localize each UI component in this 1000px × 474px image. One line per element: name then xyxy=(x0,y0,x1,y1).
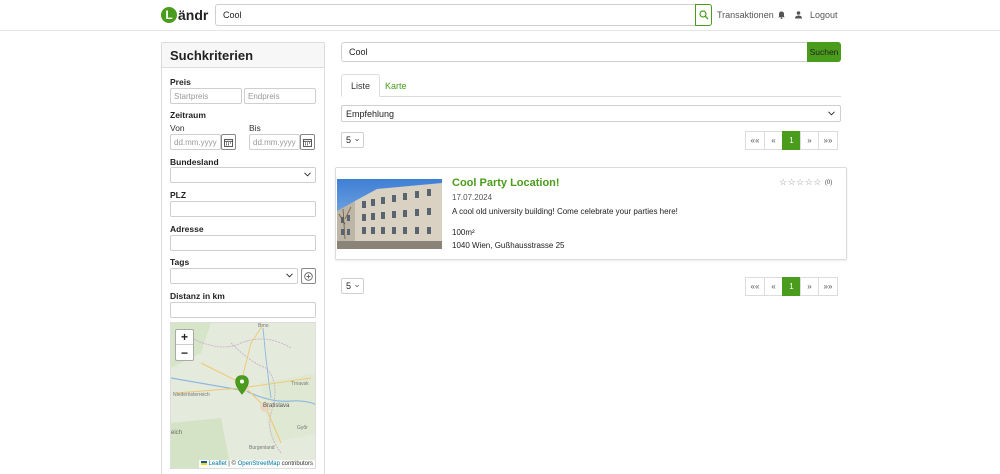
tab-list[interactable]: Liste xyxy=(341,74,381,97)
search-icon xyxy=(698,10,708,20)
sort-value: Empfehlung xyxy=(346,108,395,119)
listing-card[interactable]: Cool Party Location! 17.07.2024 A cool o… xyxy=(335,167,847,260)
listing-date: 17.07.2024 xyxy=(452,193,493,202)
zip-label: PLZ xyxy=(170,190,187,200)
end-price-input[interactable]: Endpreis xyxy=(244,88,316,104)
star-empty-icon: ☆ xyxy=(779,177,788,187)
add-tag-button[interactable] xyxy=(301,268,316,284)
nav-transactions[interactable]: Transaktionen xyxy=(717,10,774,20)
page-last-button[interactable]: »» xyxy=(818,277,838,296)
star-empty-icon: ☆ xyxy=(804,177,813,187)
plus-circle-icon xyxy=(304,271,313,281)
star-empty-icon: ☆ xyxy=(787,177,796,187)
chevron-down-icon xyxy=(286,273,293,278)
page-current-button[interactable]: 1 xyxy=(782,277,801,296)
listing-description: A cool old university building! Come cel… xyxy=(452,207,678,216)
distance-input[interactable] xyxy=(170,302,316,318)
chevron-down-icon xyxy=(828,111,835,116)
map-label-burgenland: Burgenland xyxy=(249,445,275,451)
tags-select[interactable] xyxy=(170,268,298,284)
per-page-value: 5 xyxy=(346,281,352,291)
pagination-top: «« « 1 » »» xyxy=(745,131,838,150)
attribution-separator: | © xyxy=(228,461,236,467)
header-search-input[interactable]: Cool xyxy=(215,4,696,26)
per-page-select-bottom[interactable]: 5 xyxy=(341,278,364,294)
star-empty-icon: ☆ xyxy=(796,177,805,187)
search-button[interactable]: Suchen xyxy=(807,42,841,62)
nav-logout[interactable]: Logout xyxy=(810,10,838,20)
star-empty-icon: ☆ xyxy=(813,177,822,187)
chevron-down-icon xyxy=(355,284,359,288)
period-label: Zeitraum xyxy=(170,110,206,120)
page-next-button[interactable]: » xyxy=(800,131,819,150)
chevron-down-icon xyxy=(304,172,311,177)
chevron-down-icon xyxy=(355,138,359,142)
map-label-eich: eich xyxy=(171,430,183,436)
main-search-input[interactable]: Cool xyxy=(341,42,808,62)
page-last-button[interactable]: »» xyxy=(818,131,838,150)
rating-stars: ☆ ☆ ☆ ☆ ☆ (0) xyxy=(779,178,832,187)
listing-size: 100m² xyxy=(452,228,475,237)
state-label: Bundesland xyxy=(170,157,219,167)
listing-title[interactable]: Cool Party Location! xyxy=(452,177,560,189)
pagination-bottom: «« « 1 » »» xyxy=(745,277,838,296)
to-label: Bis xyxy=(249,123,261,133)
bell-icon[interactable] xyxy=(776,9,786,19)
search-criteria-panel: Suchkriterien Preis Startpreis Endpreis … xyxy=(161,42,325,474)
rating-count: (0) xyxy=(824,179,833,186)
map-marker-icon[interactable] xyxy=(235,375,249,395)
map-label-trnava: Trnavsk xyxy=(291,381,309,387)
map-label-brno: Brno xyxy=(258,323,269,329)
page-first-button[interactable]: «« xyxy=(745,277,765,296)
map-label-gyor: Győr xyxy=(297,425,308,431)
logo[interactable]: L ändr xyxy=(161,5,208,25)
address-input[interactable] xyxy=(170,235,316,251)
ukraine-flag-icon xyxy=(200,461,207,466)
tab-map[interactable]: Karte xyxy=(376,74,416,97)
state-select[interactable] xyxy=(170,167,316,183)
page-next-button[interactable]: » xyxy=(800,277,819,296)
per-page-select-top[interactable]: 5 xyxy=(341,132,364,148)
map-zoom-control: + − xyxy=(175,329,194,361)
distance-label: Distanz in km xyxy=(170,291,225,301)
to-calendar-button[interactable] xyxy=(300,134,315,150)
search-map[interactable]: Brno Niederösterreich Bratislava Trnavsk… xyxy=(170,322,316,469)
page-prev-button[interactable]: « xyxy=(764,131,783,150)
listing-image[interactable] xyxy=(337,179,442,249)
page-first-button[interactable]: «« xyxy=(745,131,765,150)
map-label-bratislava: Bratislava xyxy=(263,403,290,409)
map-label-niederoesterreich: Niederösterreich xyxy=(173,392,210,398)
header-search-button[interactable] xyxy=(695,4,712,26)
logo-text: ändr xyxy=(178,7,209,23)
listing-address: 1040 Wien, Gußhausstrasse 25 xyxy=(452,241,565,250)
zip-input[interactable] xyxy=(170,201,316,217)
tags-label: Tags xyxy=(170,257,190,267)
osm-link[interactable]: OpenStreetMap xyxy=(238,461,280,467)
page-prev-button[interactable]: « xyxy=(764,277,783,296)
from-label: Von xyxy=(170,123,185,133)
user-icon[interactable] xyxy=(793,9,803,19)
top-navbar: L ändr Cool Transaktionen Logout xyxy=(0,0,1000,31)
page-current-button[interactable]: 1 xyxy=(782,131,801,150)
sort-select[interactable]: Empfehlung xyxy=(341,105,841,122)
from-calendar-button[interactable] xyxy=(221,134,236,150)
zoom-in-button[interactable]: + xyxy=(176,330,193,345)
calendar-icon xyxy=(303,138,312,147)
zoom-out-button[interactable]: − xyxy=(176,345,193,360)
calendar-icon xyxy=(224,138,233,147)
to-date-input[interactable]: dd.mm.yyyy xyxy=(249,134,300,150)
price-label: Preis xyxy=(170,77,191,87)
per-page-value: 5 xyxy=(346,135,352,145)
panel-title: Suchkriterien xyxy=(162,43,324,68)
start-price-input[interactable]: Startpreis xyxy=(170,88,242,104)
map-attribution: Leaflet | © OpenStreetMap contributors xyxy=(198,460,315,468)
logo-badge: L xyxy=(161,7,177,23)
leaflet-link[interactable]: Leaflet xyxy=(209,461,227,467)
attribution-suffix: contributors xyxy=(281,461,313,467)
from-date-input[interactable]: dd.mm.yyyy xyxy=(170,134,221,150)
view-tabs: Liste Karte xyxy=(341,74,841,97)
address-label: Adresse xyxy=(170,224,204,234)
